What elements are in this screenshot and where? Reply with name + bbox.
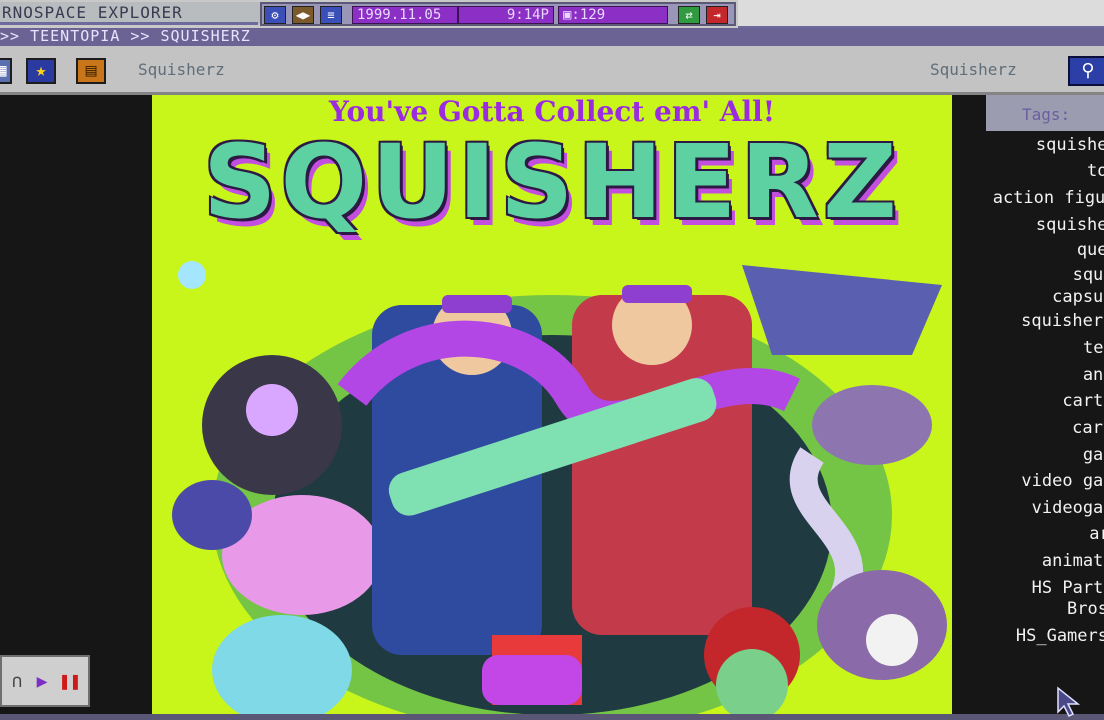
tag-link[interactable]: animation — [1042, 551, 1104, 571]
tag-link[interactable]: squishers — [1036, 215, 1104, 235]
bookmark-icon[interactable]: ▤ — [76, 58, 106, 84]
grid-icon[interactable]: ▦ — [0, 58, 12, 84]
date-display: 1999.11.05 — [352, 6, 458, 24]
time-display: 9:14P — [458, 6, 554, 24]
tag-link[interactable]: anime — [1083, 365, 1104, 385]
tag-link[interactable]: squish — [1073, 265, 1104, 285]
refresh-arrows-icon[interactable]: ⇄ — [678, 6, 700, 24]
exit-icon[interactable]: ⇥ — [706, 6, 728, 24]
page-label-left: Squisherz — [138, 60, 225, 79]
breadcrumb[interactable]: >> TEENTOPIA >> SQUISHERZ — [0, 28, 251, 45]
page-label-right: Squisherz — [930, 60, 1017, 79]
title-bar-filler — [738, 0, 1104, 28]
search-icon[interactable]: ⚲ — [1068, 56, 1104, 86]
play-icon[interactable]: ▶ — [30, 671, 54, 693]
settings-gear-icon[interactable]: ⚙ — [264, 6, 286, 24]
tag-link[interactable]: teen — [1083, 338, 1104, 358]
tag-link[interactable]: toys — [1087, 161, 1104, 181]
tag-link[interactable]: HS_Gamers — [1016, 626, 1104, 646]
tag-link[interactable]: squisherz — [1036, 135, 1104, 155]
tag-link[interactable]: videogames — [1032, 498, 1104, 518]
system-tray: ⚙ ◀▶ ≡ 1999.11.05 9:14P ▣:129 ⇄ ⇥ — [260, 2, 736, 26]
counter-display: ▣:129 — [558, 6, 668, 24]
tag-link[interactable]: video games — [1021, 471, 1104, 491]
tag-link[interactable]: HS Parties — [1032, 578, 1104, 598]
squisherz-poster-image: You've Gotta Collect em' All! SQUISHERZ — [152, 95, 952, 715]
toolbar: ▦ ★ ▤ Squisherz Squisherz ⚲ — [0, 46, 1104, 95]
mouse-cursor-icon — [1057, 686, 1081, 718]
app-title: RNOSPACE EXPLORER — [0, 2, 260, 24]
bottom-bar — [0, 714, 1104, 720]
headphones-icon[interactable]: ∩ — [4, 671, 30, 693]
star-favorite-icon[interactable]: ★ — [26, 58, 56, 84]
media-player: ∩ ▶ ❚❚ — [0, 655, 90, 707]
menu-list-icon[interactable]: ≡ — [320, 6, 342, 24]
tag-link[interactable]: quest — [1077, 240, 1104, 260]
tag-link[interactable]: art — [1089, 524, 1104, 544]
tag-link[interactable]: cartoons — [1072, 418, 1104, 438]
tags-title: Tags: — [1022, 105, 1071, 124]
tag-link[interactable]: cartoon — [1062, 391, 1104, 411]
title-bar: RNOSPACE EXPLORER ⚙ ◀▶ ≡ 1999.11.05 9:14… — [0, 0, 1104, 30]
title-underline — [0, 22, 258, 25]
tags-panel: Tags: squisherz toys action figures squi… — [952, 95, 1104, 715]
tag-link[interactable]: games — [1083, 445, 1104, 465]
tag-link[interactable]: capsules — [1052, 287, 1104, 307]
tag-link[interactable]: Bros — [1067, 599, 1104, 619]
poster-title: SQUISHERZ — [203, 123, 901, 242]
tag-link[interactable]: action figures — [993, 188, 1104, 208]
back-forward-icon[interactable]: ◀▶ — [292, 6, 314, 24]
breadcrumb-bar: >> TEENTOPIA >> SQUISHERZ — [0, 28, 1104, 46]
tag-link[interactable]: squisher toy — [1021, 311, 1104, 331]
pause-icon[interactable]: ❚❚ — [56, 671, 84, 693]
